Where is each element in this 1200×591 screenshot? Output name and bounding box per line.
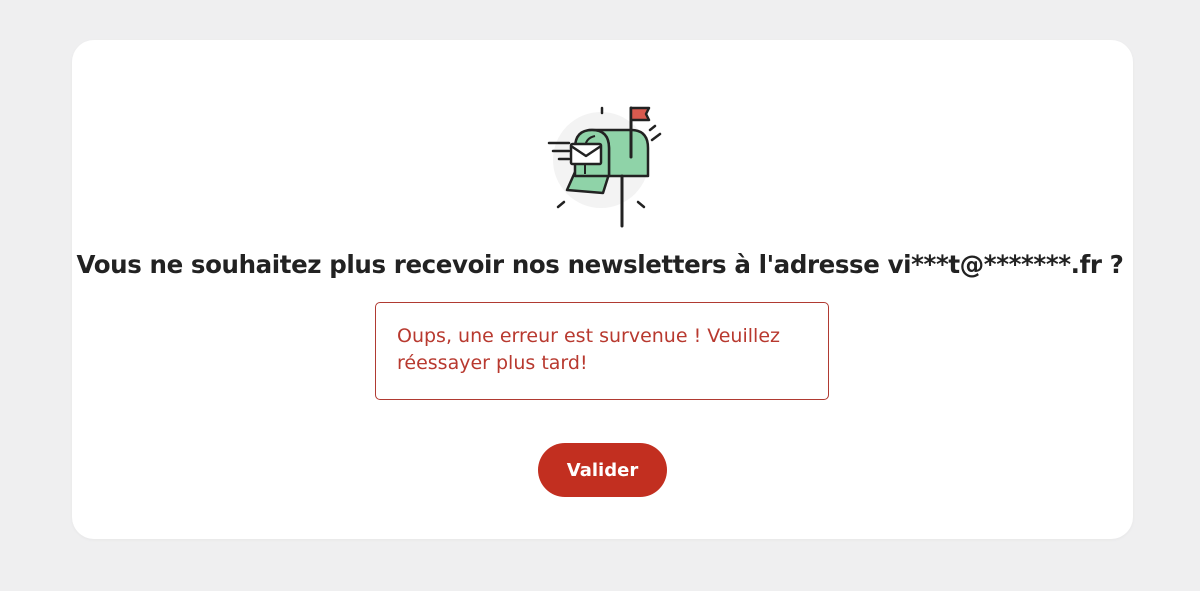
error-message: Oups, une erreur est survenue ! Veuillez… xyxy=(397,325,780,374)
page-title: Vous ne souhaitez plus recevoir nos news… xyxy=(76,250,1124,279)
mailbox-icon xyxy=(545,102,665,230)
submit-button[interactable]: Valider xyxy=(538,443,667,497)
error-alert: Oups, une erreur est survenue ! Veuillez… xyxy=(375,302,829,400)
